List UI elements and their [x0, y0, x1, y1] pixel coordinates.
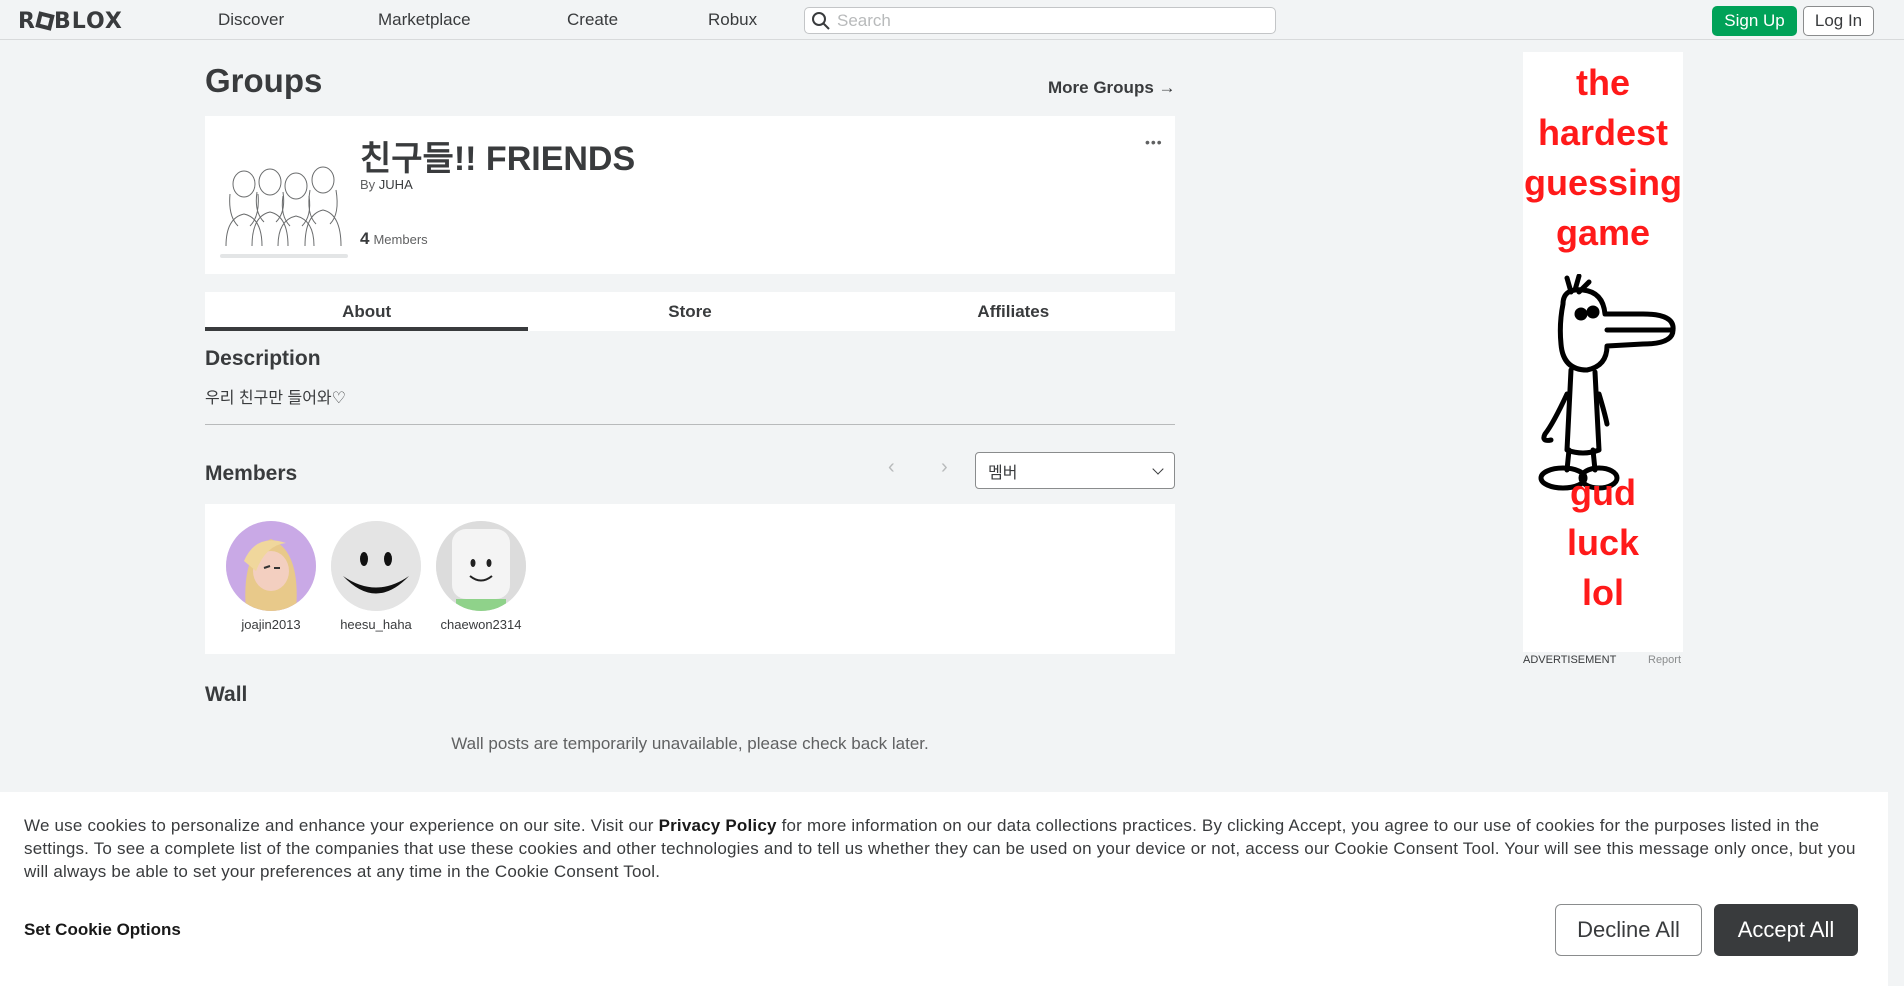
cookie-consent-banner: We use cookies to personalize and enhanc…: [0, 792, 1888, 986]
ad-text-line: gud: [1570, 472, 1636, 513]
roblox-logo[interactable]: R BLOX: [18, 9, 123, 34]
group-owner: By JUHA: [360, 177, 413, 192]
accept-all-button[interactable]: Accept All: [1714, 904, 1858, 956]
members-heading: Members: [205, 462, 298, 485]
member-count-label: Members: [373, 232, 428, 247]
divider: [205, 424, 1175, 425]
member-card[interactable]: joajin2013: [223, 521, 319, 632]
nav-robux[interactable]: Robux: [708, 10, 757, 30]
member-name[interactable]: joajin2013: [223, 617, 319, 632]
group-emblem[interactable]: [220, 146, 348, 246]
role-dropdown-value: 멤버: [988, 464, 1018, 482]
group-tabs: About Store Affiliates: [205, 292, 1175, 331]
search-input[interactable]: [837, 10, 1257, 31]
report-ad-link[interactable]: Report: [1648, 654, 1681, 666]
chevron-right-icon[interactable]: ›: [941, 456, 948, 479]
chevron-down-icon: [1152, 462, 1164, 475]
ad-text-line: hardest: [1537, 112, 1669, 153]
member-count-value: 4: [360, 229, 370, 248]
tab-about[interactable]: About: [205, 292, 529, 331]
ad-text-line: lol: [1582, 572, 1624, 613]
more-groups-link[interactable]: More Groups →: [1048, 78, 1176, 98]
chevron-left-icon[interactable]: ‹: [888, 456, 895, 479]
ad-text-line: the: [1576, 62, 1630, 103]
role-dropdown[interactable]: 멤버: [975, 452, 1175, 489]
log-in-button[interactable]: Log In: [1803, 6, 1874, 36]
wall-heading: Wall: [205, 683, 248, 706]
wall-unavailable-message: Wall posts are temporarily unavailable, …: [451, 734, 929, 753]
set-cookie-options-button[interactable]: Set Cookie Options: [24, 920, 181, 940]
search-icon: [812, 11, 830, 30]
ad-text-line: game: [1555, 212, 1651, 253]
ad-text-line: guessing: [1523, 162, 1683, 203]
more-options-icon[interactable]: •••: [1145, 134, 1163, 150]
nav-discover[interactable]: Discover: [218, 10, 284, 30]
member-card[interactable]: heesu_haha: [328, 521, 424, 632]
nav-create[interactable]: Create: [567, 10, 618, 30]
member-count: 4 Members: [360, 229, 428, 249]
member-name[interactable]: heesu_haha: [328, 617, 424, 632]
search-box[interactable]: [804, 7, 1276, 34]
owner-link[interactable]: JUHA: [379, 177, 413, 192]
description-heading: Description: [205, 347, 321, 370]
group-header-card: 친구들!! FRIENDS By JUHA 4 Members •••: [205, 116, 1175, 274]
advertisement-banner[interactable]: the hardest guessing game gud luck lol: [1523, 52, 1683, 652]
decline-all-button[interactable]: Decline All: [1555, 904, 1702, 956]
group-name: 친구들!! FRIENDS: [360, 140, 636, 178]
description-text: 우리 친구만 들어와♡: [205, 390, 346, 407]
cookie-message: We use cookies to personalize and enhanc…: [24, 814, 1864, 883]
by-label: By: [360, 177, 376, 192]
tab-affiliates[interactable]: Affiliates: [852, 292, 1175, 331]
avatar[interactable]: [331, 521, 421, 611]
members-list: joajin2013 heesu_haha chaewon2314: [205, 504, 1175, 654]
top-navigation-bar: R BLOX Discover Marketplace Create Robux …: [0, 0, 1904, 40]
sign-up-button[interactable]: Sign Up: [1712, 6, 1797, 36]
avatar[interactable]: [226, 521, 316, 611]
tab-store[interactable]: Store: [528, 292, 851, 331]
avatar[interactable]: [436, 521, 526, 611]
member-card[interactable]: chaewon2314: [433, 521, 529, 632]
page-title: Groups: [205, 62, 323, 99]
member-name[interactable]: chaewon2314: [433, 617, 529, 632]
privacy-policy-link[interactable]: Privacy Policy: [659, 816, 777, 835]
ad-text-line: luck: [1566, 522, 1640, 563]
advertisement-label: ADVERTISEMENT: [1523, 654, 1617, 666]
cookie-text-part: We use cookies to personalize and enhanc…: [24, 816, 659, 835]
emblem-underline: [220, 254, 348, 258]
nav-marketplace[interactable]: Marketplace: [378, 10, 471, 30]
cartoon-character-image: [1538, 274, 1676, 491]
